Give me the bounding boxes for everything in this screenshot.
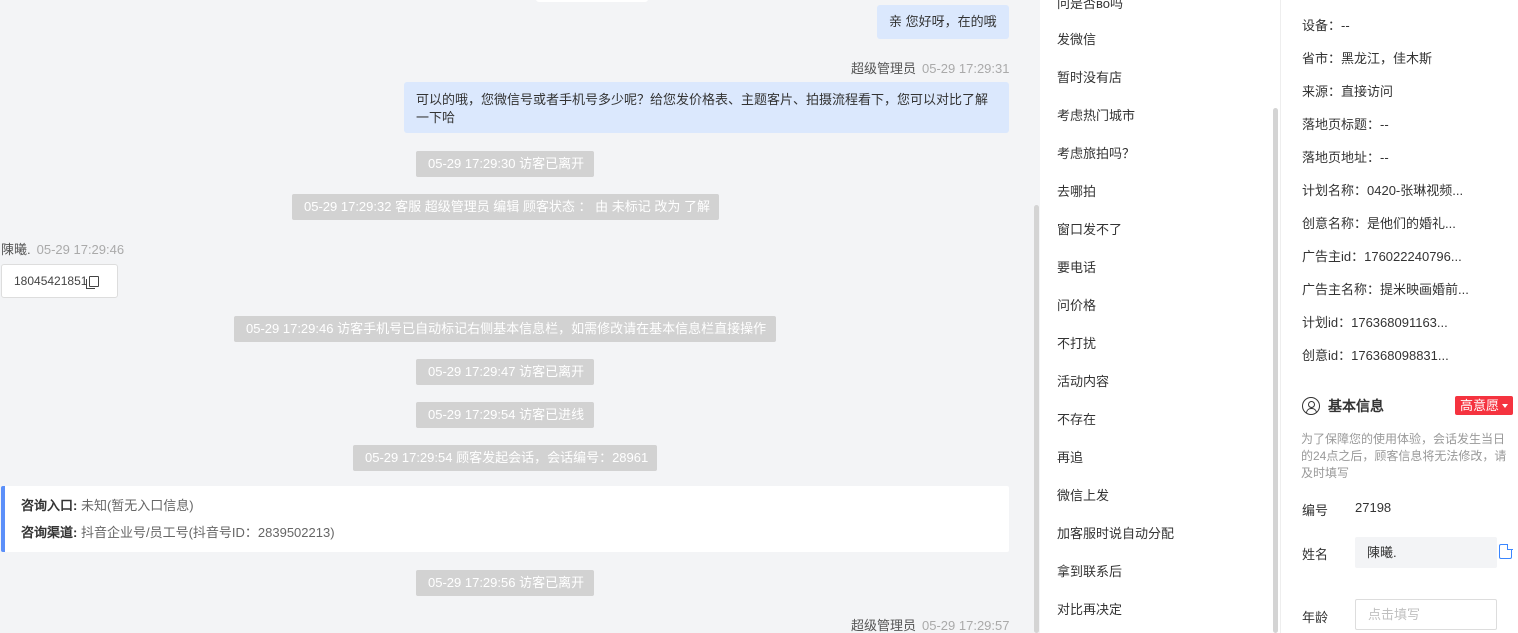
copy-document-icon[interactable] bbox=[1499, 543, 1513, 559]
system-notice: 05-29 17:29:32 客服 超级管理员 编辑 顾客状态 ： 由 未标记 … bbox=[292, 194, 719, 220]
message-meta: 超级管理员 05-29 17:29:57 bbox=[851, 615, 1009, 633]
age-input[interactable] bbox=[1355, 599, 1497, 630]
province-field: 省市：黑龙江，佳木斯 bbox=[1302, 51, 1433, 66]
sender-name: 超级管理员 bbox=[851, 618, 917, 633]
quick-reply-item[interactable]: 拿到联系后 bbox=[1057, 561, 1122, 580]
basic-info-heading: 基本信息 bbox=[1302, 396, 1384, 416]
creative-id-field: 创意id：176368098831... bbox=[1302, 348, 1449, 363]
message-text: 亲 您好呀，在的哦 bbox=[889, 14, 997, 29]
name-value: 陳曦. bbox=[1367, 545, 1397, 560]
message-meta: 超级管理员 05-29 17:29:31 bbox=[851, 58, 1009, 77]
advertiser-id-field: 广告主id：176022240796... bbox=[1302, 249, 1462, 264]
system-notice: 05-29 17:29:30 访客已离开 bbox=[416, 151, 594, 177]
chat-scrollbar[interactable] bbox=[1034, 205, 1039, 633]
consult-channel-row: 咨询渠道: 抖音企业号/员工号(抖音号ID：2839502213) bbox=[21, 519, 993, 546]
plan-id-field: 计划id：176368091163... bbox=[1302, 315, 1448, 330]
name-field[interactable]: 陳曦. bbox=[1355, 537, 1497, 568]
quick-reply-item[interactable]: 不打扰 bbox=[1057, 333, 1096, 352]
visitor-info-panel: 设备：-- 省市：黑龙江，佳木斯 来源：直接访问 落地页标题：-- 落地页地址：… bbox=[1280, 0, 1518, 633]
plan-name-field: 计划名称：0420-张琳视频... bbox=[1302, 183, 1464, 198]
agent-message-bubble: 可以的哦，您微信号或者手机号多少呢？给您发价格表、主题客片、拍摄流程看下，您可以… bbox=[404, 82, 1009, 133]
landing-title-field: 落地页标题：-- bbox=[1302, 117, 1389, 132]
quick-reply-item[interactable]: 对比再决定 bbox=[1057, 599, 1122, 618]
user-circle-icon bbox=[1302, 397, 1320, 415]
message-text: 可以的哦，您微信号或者手机号多少呢？给您发价格表、主题客片、拍摄流程看下，您可以… bbox=[416, 92, 989, 107]
quick-reply-item[interactable]: 暂时没有店 bbox=[1057, 67, 1122, 86]
landing-url-field: 落地页地址：-- bbox=[1302, 150, 1389, 165]
quick-reply-item[interactable]: 要电话 bbox=[1057, 257, 1096, 276]
system-notice: 05-29 17:29:47 访客已离开 bbox=[416, 359, 594, 385]
quick-reply-item[interactable]: 窗口发不了 bbox=[1057, 219, 1122, 238]
intent-level-dropdown[interactable]: 高意愿 bbox=[1455, 396, 1514, 415]
sender-name: 超级管理员 bbox=[851, 61, 917, 76]
quick-reply-scrollbar[interactable] bbox=[1273, 108, 1278, 633]
name-label: 姓名 bbox=[1302, 547, 1329, 562]
message-time: 05-29 17:29:57 bbox=[922, 618, 1010, 633]
quick-reply-item[interactable]: 再追 bbox=[1057, 447, 1083, 466]
intent-level-label: 高意愿 bbox=[1460, 398, 1500, 413]
caret-down-icon bbox=[1502, 403, 1509, 408]
visitor-message-meta: 陳曦. 05-29 17:29:46 bbox=[1, 239, 124, 258]
age-label: 年龄 bbox=[1302, 610, 1329, 625]
message-text: 一下哈 bbox=[416, 110, 456, 125]
quick-reply-item[interactable]: 考虑热门城市 bbox=[1057, 105, 1135, 124]
visitor-name: 陳曦. bbox=[1, 242, 31, 257]
basic-info-title: 基本信息 bbox=[1328, 398, 1384, 414]
quick-reply-item[interactable]: 考虑旅拍吗？ bbox=[1057, 143, 1135, 162]
channel-value: 抖音企业号/员工号(抖音号ID：2839502213) bbox=[80, 525, 335, 540]
visitor-phone-message[interactable]: 18045421851 bbox=[1, 264, 118, 298]
quick-reply-item[interactable]: 活动内容 bbox=[1057, 371, 1109, 390]
message-time: 05-29 17:29:46 bbox=[36, 242, 125, 257]
quick-reply-item[interactable]: 发微信 bbox=[1057, 29, 1096, 48]
system-notice: 05-29 17:29:46 访客手机号已自动标记右侧基本信息栏，如需修改请在基… bbox=[234, 316, 776, 342]
system-notice: 05-29 17:29:56 访客已离开 bbox=[416, 570, 594, 596]
chat-panel: 亲 您好呀，在的哦 超级管理员 05-29 17:29:31 可以的哦，您微信号或… bbox=[0, 0, 1040, 633]
source-field: 来源：直接访问 bbox=[1302, 84, 1394, 99]
channel-label: 咨询渠道: bbox=[21, 525, 78, 540]
number-label: 编号 bbox=[1302, 503, 1329, 518]
quick-reply-item[interactable]: 微信上发 bbox=[1057, 485, 1109, 504]
quick-reply-item[interactable]: 加客服时说自动分配 bbox=[1057, 523, 1174, 542]
quick-reply-item[interactable]: 不存在 bbox=[1057, 409, 1096, 428]
copy-icon[interactable] bbox=[86, 275, 100, 289]
system-notice: 05-29 17:29:54 顾客发起会话，会话编号：28961 bbox=[353, 445, 657, 471]
consult-entry-row: 咨询入口: 未知(暂无入口信息) bbox=[21, 492, 993, 519]
quick-reply-item[interactable]: 问价格 bbox=[1057, 295, 1096, 314]
creative-name-field: 创意名称：是他们的婚礼... bbox=[1302, 216, 1456, 231]
number-value: 27198 bbox=[1355, 500, 1392, 515]
entry-value: 未知(暂无入口信息) bbox=[80, 498, 194, 513]
advertiser-name-field: 广告主名称：提米映画婚前... bbox=[1302, 282, 1469, 297]
quick-reply-list: 问是否во吗 发微信暂时没有店考虑热门城市 考虑旅拍吗？ 去哪拍窗口发不了要电话问价… bbox=[1040, 0, 1280, 633]
quick-reply-item[interactable]: 问是否во吗 bbox=[1057, 0, 1123, 12]
agent-message-bubble: 亲 您好呀，在的哦 bbox=[877, 5, 1009, 39]
edit-deadline-notice: 为了保障您的使用体验，会话发生当日的24点之后，顾客信息将无法修改，请及时填写 bbox=[1301, 432, 1507, 480]
message-time: 05-29 17:29:31 bbox=[922, 61, 1010, 76]
entry-label: 咨询入口: bbox=[21, 498, 78, 513]
phone-number: 18045421851 bbox=[14, 274, 88, 288]
previous-card-edge bbox=[536, 0, 648, 2]
system-notice: 05-29 17:29:54 访客已进线 bbox=[416, 402, 594, 428]
device-field: 设备：-- bbox=[1302, 18, 1350, 33]
consult-entry-card: 咨询入口: 未知(暂无入口信息) 咨询渠道: 抖音企业号/员工号(抖音号ID：2… bbox=[1, 486, 1009, 552]
quick-reply-item[interactable]: 去哪拍 bbox=[1057, 181, 1096, 200]
